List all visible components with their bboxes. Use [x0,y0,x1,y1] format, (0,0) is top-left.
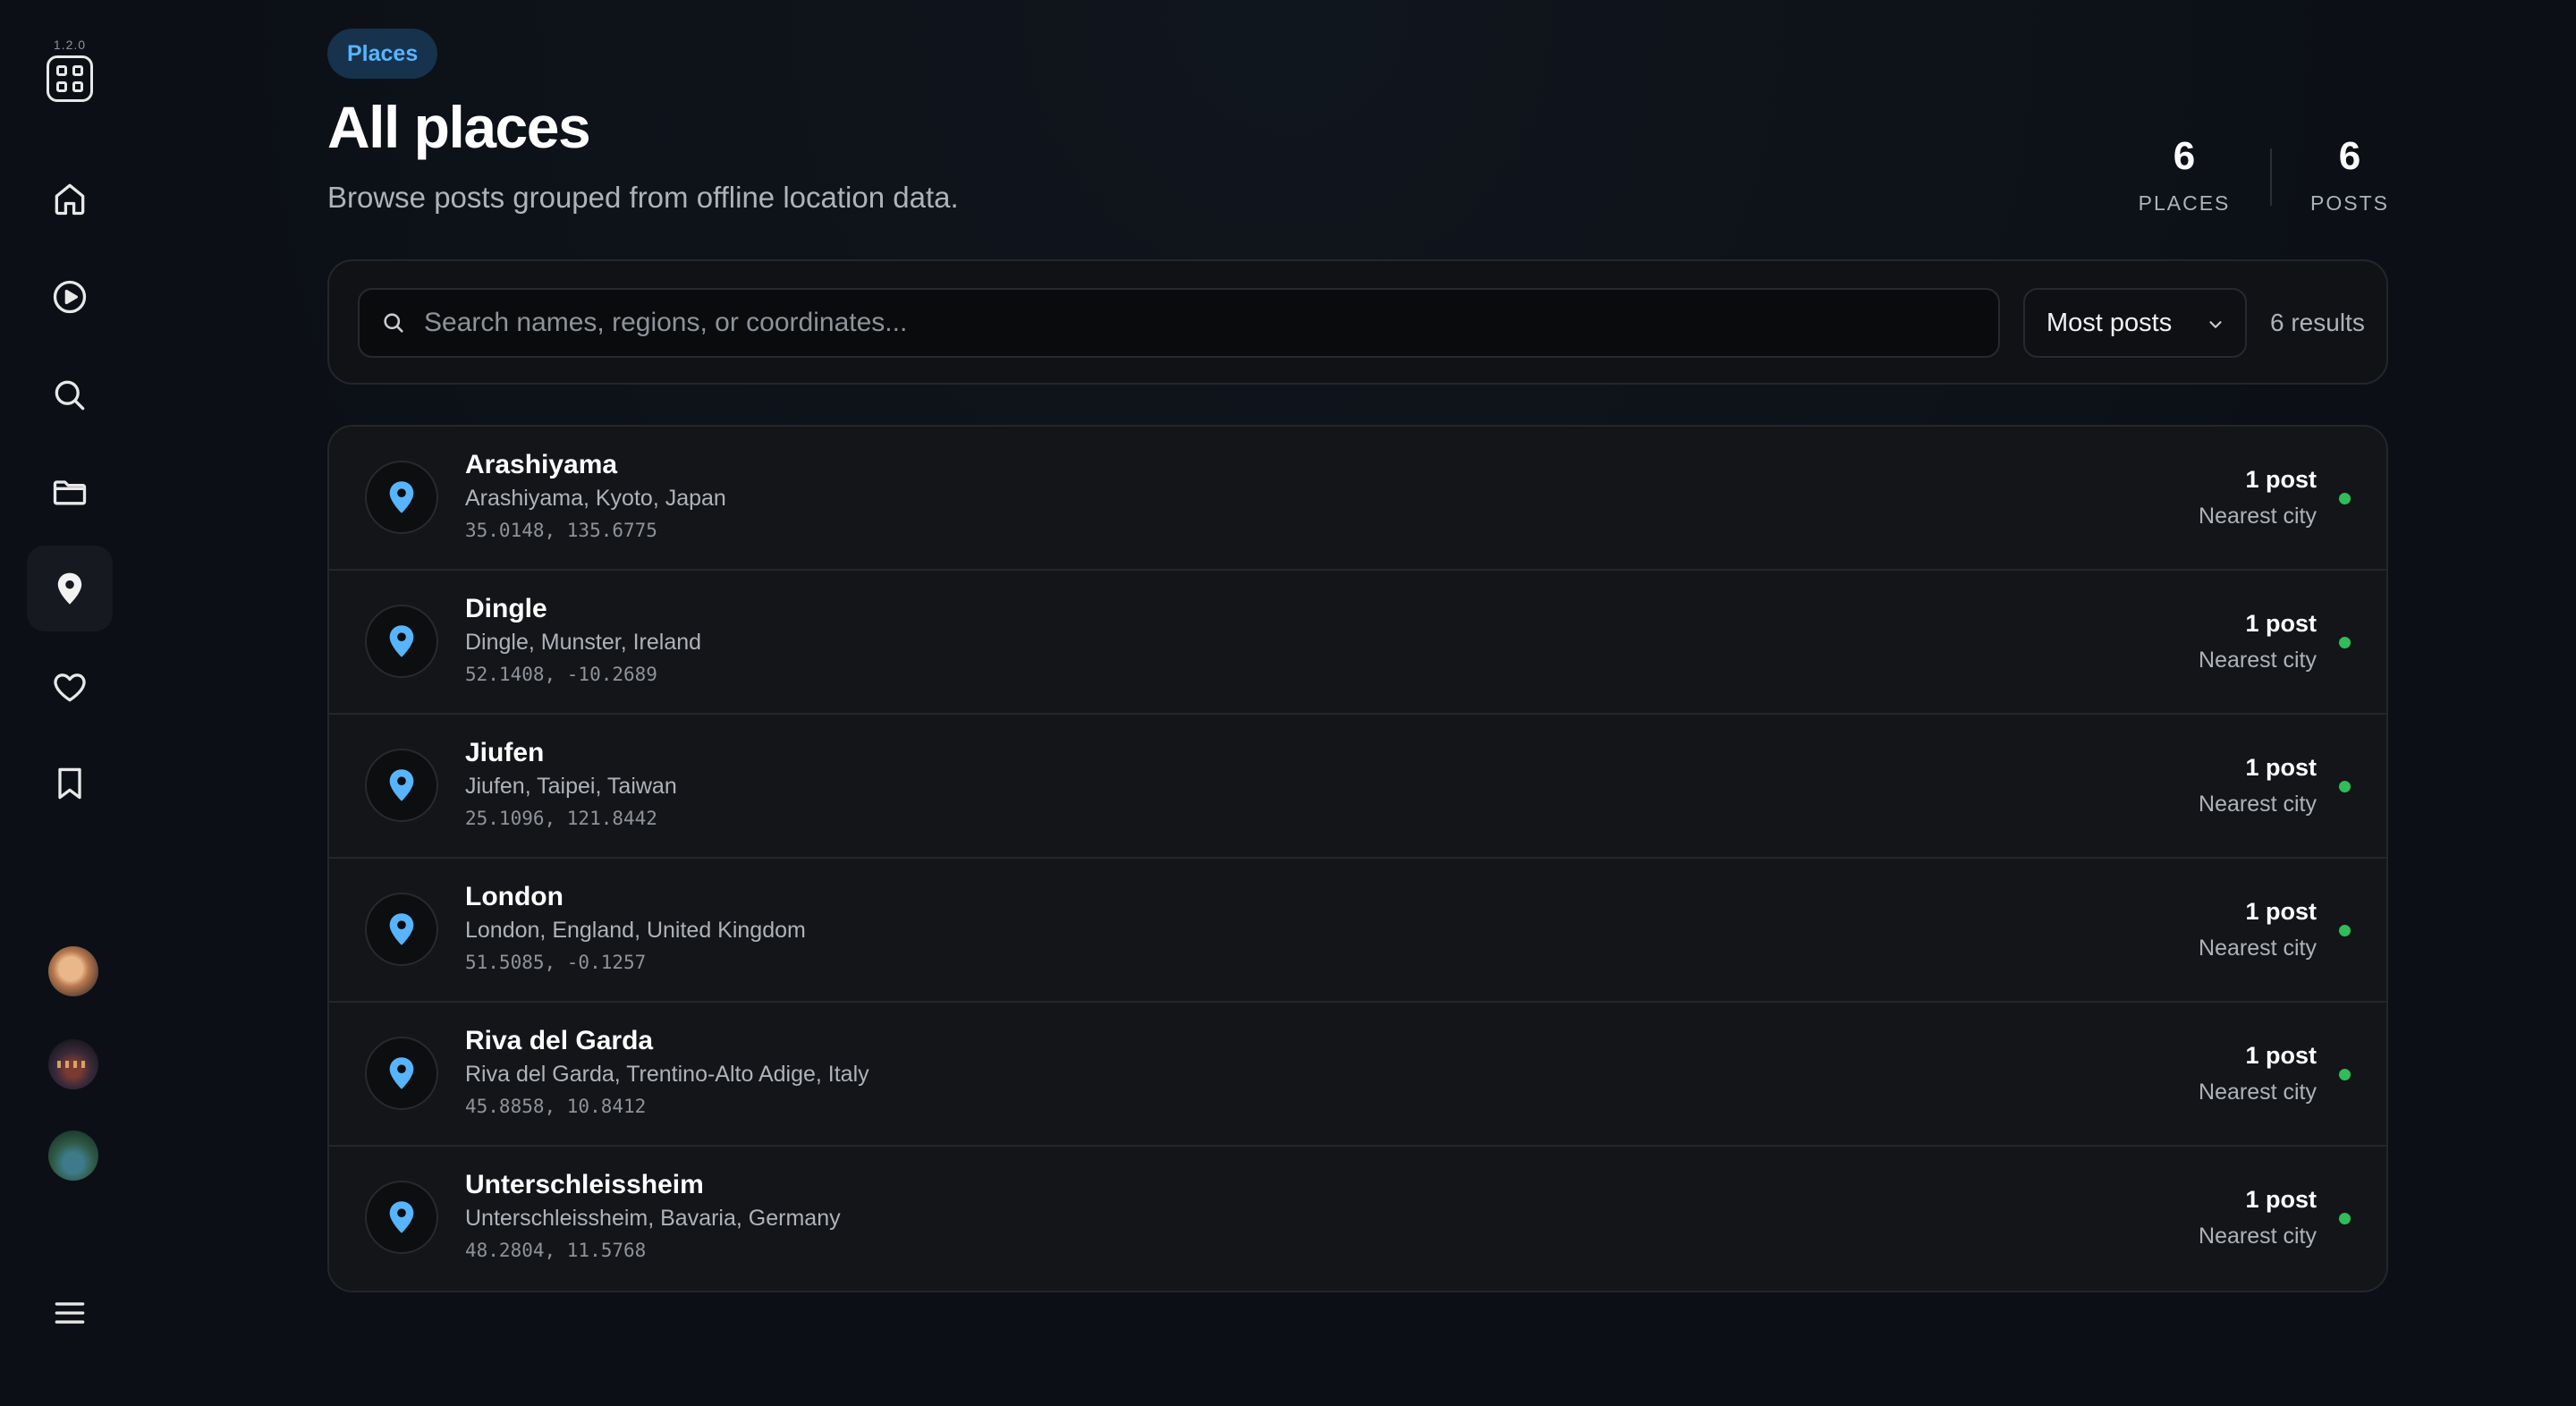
place-meta: Nearest city [2199,936,2317,961]
avatar-1[interactable] [48,946,98,996]
avatar-3[interactable] [48,1131,98,1181]
page-title: All places [327,94,591,160]
place-post-count: 1 post [2245,754,2317,781]
menu-icon [55,1302,85,1324]
nav-home-button[interactable] [27,156,113,241]
map-pin-icon [389,481,414,513]
search-icon [384,313,403,333]
place-region: Unterschleissheim, Bavaria, Germany [465,1206,841,1231]
place-name: London [465,882,564,911]
place-region: Arashiyama, Kyoto, Japan [465,486,726,511]
place-coordinates: 35.0148, 135.6775 [465,520,657,541]
section-chip: Places [327,29,438,79]
stat-places: 6 PLACES [2122,134,2247,216]
place-pin-badge [365,1181,438,1254]
nav-folder-button[interactable] [27,449,113,535]
place-row[interactable]: Dingle Dingle, Munster, Ireland 52.1408,… [329,571,2386,715]
stat-posts: 6 POSTS [2287,134,2412,216]
place-meta: Nearest city [2199,648,2317,673]
nav-bookmarks-button[interactable] [27,741,113,826]
place-coordinates: 48.2804, 11.5768 [465,1240,647,1261]
sort-selected-label: Most posts [2046,308,2173,337]
search-icon [55,380,85,411]
place-post-count: 1 post [2245,610,2317,637]
place-row[interactable]: Unterschleissheim Unterschleissheim, Bav… [329,1147,2386,1291]
map-pin-icon [389,1201,414,1233]
map-pin-icon [389,625,414,657]
place-coordinates: 51.5085, -0.1257 [465,952,647,973]
stat-divider [2270,148,2272,206]
place-meta: Nearest city [2199,1224,2317,1249]
place-name: Jiufen [465,738,545,767]
place-region: Jiufen, Taipei, Taiwan [465,774,677,799]
stat-places-value: 6 [2173,134,2196,178]
nav-search-button[interactable] [27,352,113,438]
page-subtitle: Browse posts grouped from offline locati… [327,181,959,214]
status-dot [2339,493,2351,504]
map-pin-icon [389,1057,414,1089]
home-icon [55,183,85,216]
place-pin-badge [365,1037,438,1110]
stat-posts-value: 6 [2338,134,2361,178]
place-meta: Nearest city [2199,504,2317,529]
search-input[interactable] [424,290,1998,356]
avatar-2[interactable] [48,1039,98,1089]
chevron-down-icon [2209,321,2222,328]
place-pin-badge [365,893,438,966]
place-pin-badge [365,461,438,534]
place-pin-badge [365,605,438,678]
place-meta: Nearest city [2199,1080,2317,1105]
heart-icon [54,673,86,702]
place-region: London, England, United Kingdom [465,918,806,943]
place-name: Riva del Garda [465,1026,654,1055]
filter-panel: Most posts 6 results [327,259,2388,385]
sort-select[interactable]: Most posts [2023,288,2247,358]
place-post-count: 1 post [2245,1042,2317,1069]
place-region: Riva del Garda, Trentino-Alto Adige, Ita… [465,1062,869,1087]
places-list: Arashiyama Arashiyama, Kyoto, Japan 35.0… [327,425,2388,1292]
menu-button[interactable] [27,1270,113,1356]
place-coordinates: 25.1096, 121.8442 [465,808,657,829]
sidebar: 1.2.0 [0,0,140,1406]
place-post-count: 1 post [2245,1186,2317,1213]
map-pin-icon [57,572,82,605]
place-row[interactable]: Arashiyama Arashiyama, Kyoto, Japan 35.0… [329,427,2386,571]
map-pin-icon [389,769,414,801]
search-box[interactable] [358,288,2000,358]
nav-places-button[interactable] [27,546,113,631]
map-pin-icon [389,913,414,945]
bookmark-icon [58,767,81,800]
status-dot [2339,925,2351,936]
place-post-count: 1 post [2245,898,2317,925]
stat-places-label: PLACES [2138,191,2231,215]
place-name: Arashiyama [465,450,618,479]
place-name: Dingle [465,594,547,623]
place-row[interactable]: London London, England, United Kingdom 5… [329,859,2386,1003]
result-count: 6 results [2270,309,2365,336]
nav-favorites-button[interactable] [27,644,113,730]
app-version: 1.2.0 [53,38,87,52]
status-dot [2339,1213,2351,1224]
place-name: Unterschleissheim [465,1170,704,1199]
place-row[interactable]: Jiufen Jiufen, Taipei, Taiwan 25.1096, 1… [329,715,2386,859]
status-dot [2339,1069,2351,1080]
nav-play-button[interactable] [27,254,113,340]
folder-icon [53,480,87,505]
place-coordinates: 45.8858, 10.8412 [465,1096,647,1117]
place-row[interactable]: Riva del Garda Riva del Garda, Trentino-… [329,1003,2386,1147]
status-dot [2339,781,2351,792]
status-dot [2339,637,2351,648]
place-coordinates: 52.1408, -10.2689 [465,664,657,685]
stat-posts-label: POSTS [2310,191,2389,215]
place-region: Dingle, Munster, Ireland [465,630,702,655]
place-post-count: 1 post [2245,466,2317,493]
place-pin-badge [365,749,438,822]
apps-grid-icon[interactable] [47,55,93,102]
place-meta: Nearest city [2199,792,2317,817]
play-circle-icon [53,280,87,314]
